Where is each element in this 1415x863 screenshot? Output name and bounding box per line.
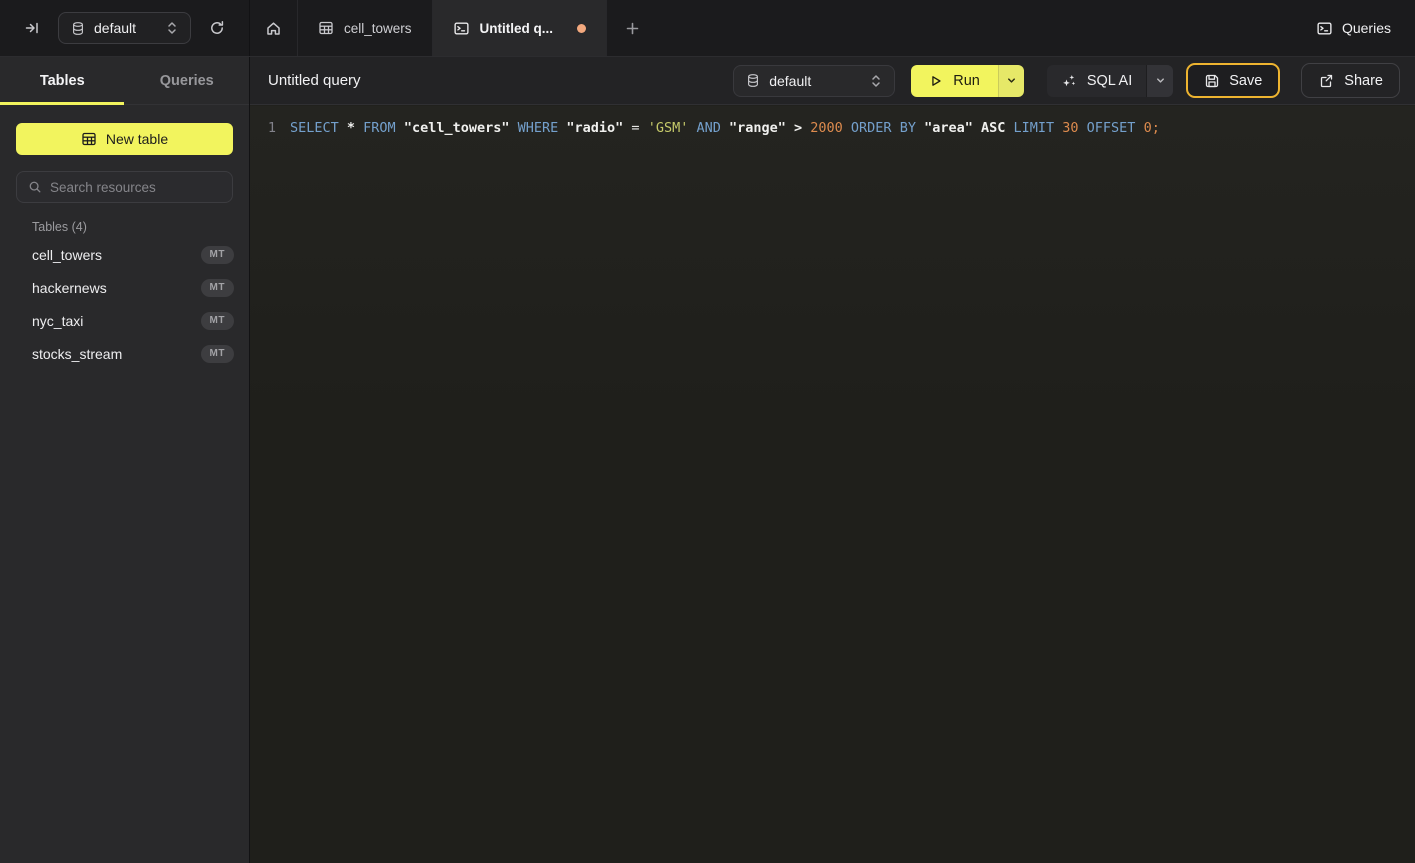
- table-row-stocks-stream[interactable]: stocks_stream MT: [8, 337, 242, 370]
- sql-console-app: default: [0, 0, 1415, 863]
- sql-editor[interactable]: 1 SELECT * FROM "cell_towers" WHERE "rad…: [250, 106, 1415, 863]
- play-icon: [929, 74, 943, 88]
- share-icon: [1318, 73, 1334, 89]
- toolbar-actions: default Run: [733, 63, 1415, 98]
- database-selector[interactable]: default: [58, 12, 191, 44]
- top-bar: default: [0, 0, 1415, 57]
- tables-list: cell_towers MT hackernews MT nyc_taxi MT…: [8, 238, 242, 370]
- tab-label: Untitled q...: [480, 21, 554, 36]
- share-label: Share: [1344, 73, 1383, 89]
- sidebar-tab-queries[interactable]: Queries: [125, 57, 250, 104]
- new-tab-button[interactable]: [607, 0, 658, 56]
- top-bar-left: default: [0, 0, 250, 56]
- save-icon: [1204, 73, 1220, 89]
- sql-code-line: SELECT * FROM "cell_towers" WHERE "radio…: [276, 120, 1160, 136]
- table-name: hackernews: [32, 280, 201, 296]
- table-name: nyc_taxi: [32, 313, 201, 329]
- sql-ai-options-button[interactable]: [1146, 65, 1173, 97]
- sql-ai-label: SQL AI: [1087, 73, 1132, 89]
- sidebar-tab-tables[interactable]: Tables: [0, 57, 125, 104]
- chevron-updown-icon: [870, 74, 882, 88]
- run-label: Run: [953, 73, 980, 89]
- tables-section-label: Tables (4): [32, 220, 87, 234]
- save-button[interactable]: Save: [1186, 63, 1280, 98]
- console-icon: [453, 20, 470, 37]
- unsaved-changes-dot: [577, 24, 586, 33]
- sidebar-tabs: Tables Queries: [0, 57, 249, 105]
- queries-icon: [1316, 20, 1333, 37]
- table-engine-badge: MT: [201, 345, 234, 363]
- table-icon: [81, 131, 97, 147]
- sparkles-icon: [1061, 73, 1077, 89]
- table-row-hackernews[interactable]: hackernews MT: [8, 271, 242, 304]
- sql-ai-button[interactable]: SQL AI: [1047, 65, 1146, 97]
- table-engine-badge: MT: [201, 279, 234, 297]
- queries-label: Queries: [1342, 20, 1391, 36]
- line-number: 1: [250, 120, 276, 136]
- tab-label: cell_towers: [344, 21, 412, 36]
- query-toolbar: Untitled query default: [250, 57, 1415, 105]
- table-name: cell_towers: [32, 247, 201, 263]
- home-icon: [265, 20, 282, 37]
- run-options-button[interactable]: [998, 65, 1024, 97]
- save-label: Save: [1229, 73, 1262, 89]
- search-resources-input[interactable]: [50, 180, 221, 195]
- query-title: Untitled query: [268, 72, 361, 89]
- run-button[interactable]: Run: [911, 65, 998, 97]
- table-engine-badge: MT: [201, 312, 234, 330]
- query-database-selector[interactable]: default: [733, 65, 895, 97]
- sidebar: Tables Queries New table Tables (4) cell…: [0, 57, 250, 863]
- table-engine-badge: MT: [201, 246, 234, 264]
- sql-ai-button-group: SQL AI: [1047, 65, 1173, 97]
- active-tab-underline: [0, 102, 124, 105]
- chevron-down-icon: [1006, 75, 1017, 86]
- database-icon: [746, 73, 760, 88]
- new-table-label: New table: [106, 131, 168, 147]
- table-row-cell-towers[interactable]: cell_towers MT: [8, 238, 242, 271]
- tab-home[interactable]: [250, 0, 298, 56]
- top-bar-right: Queries: [1316, 0, 1415, 56]
- table-row-nyc-taxi[interactable]: nyc_taxi MT: [8, 304, 242, 337]
- tab-cell-towers[interactable]: cell_towers: [298, 0, 433, 56]
- query-database-value: default: [769, 73, 861, 89]
- database-icon: [71, 21, 85, 36]
- chevron-updown-icon: [166, 21, 178, 35]
- queries-panel-button[interactable]: Queries: [1316, 20, 1391, 37]
- database-selector-value: default: [94, 20, 157, 36]
- search-resources-box: [16, 171, 233, 203]
- sql-editor-line-1[interactable]: 1 SELECT * FROM "cell_towers" WHERE "rad…: [250, 117, 1415, 139]
- tab-bar: cell_towers Untitled q...: [250, 0, 658, 56]
- plus-icon: [625, 21, 640, 36]
- table-name: stocks_stream: [32, 346, 201, 362]
- share-button[interactable]: Share: [1301, 63, 1400, 98]
- tab-untitled-query[interactable]: Untitled q...: [433, 0, 608, 56]
- collapse-sidebar-icon[interactable]: [18, 14, 46, 42]
- table-icon: [318, 20, 334, 36]
- search-icon: [28, 180, 42, 194]
- run-button-group: Run: [911, 65, 1024, 97]
- chevron-down-icon: [1155, 75, 1166, 86]
- refresh-icon[interactable]: [203, 14, 231, 42]
- new-table-button[interactable]: New table: [16, 123, 233, 155]
